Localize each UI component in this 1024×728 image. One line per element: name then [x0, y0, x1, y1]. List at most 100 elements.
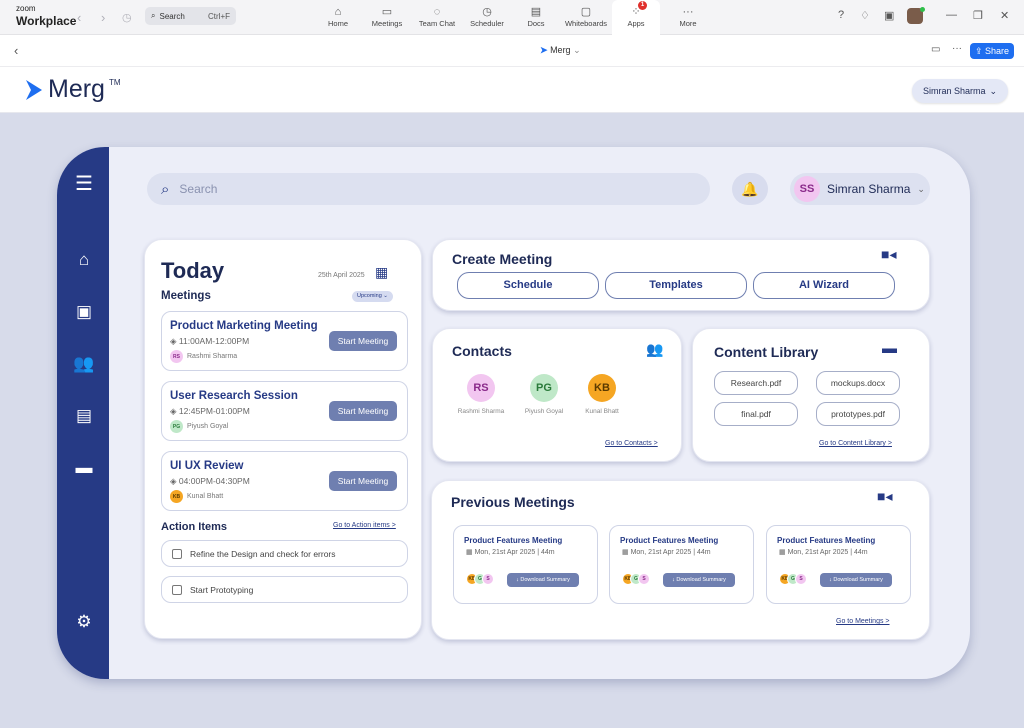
contact-item[interactable]: RS Rashmi Sharma — [446, 374, 516, 415]
avatar: RS — [467, 374, 495, 402]
file-chip[interactable]: prototypes.pdf — [816, 402, 900, 426]
action-item: Refine the Design and check for errors — [161, 540, 408, 567]
avatar: KB — [588, 374, 616, 402]
action-item: Start Prototyping — [161, 576, 408, 603]
contact-item[interactable]: KB Kunal Bhatt — [567, 374, 637, 415]
folder-icon[interactable]: ▬ — [72, 456, 96, 480]
checkbox[interactable] — [172, 584, 182, 595]
download-icon: ↓ — [672, 577, 675, 583]
contacts-link[interactable]: Go to Contacts > — [605, 440, 658, 447]
list-icon[interactable]: ▤ — [72, 404, 96, 428]
previous-meeting-card[interactable]: Product Features Meeting ▦ Mon, 21st Apr… — [609, 525, 754, 604]
help-icon[interactable]: ? — [838, 9, 844, 21]
merg-logo: Merg TM — [24, 75, 121, 104]
start-meeting-button[interactable]: Start Meeting — [329, 401, 397, 421]
previous-meeting-card[interactable]: Product Features Meeting ▦ Mon, 21st Apr… — [453, 525, 598, 604]
presence-indicator — [920, 7, 925, 12]
zoom-logo[interactable]: zoom Workplace — [16, 5, 76, 29]
whiteboard-icon: ▢ — [580, 6, 592, 18]
profile-menu[interactable]: SS Simran Sharma ⌄ — [790, 173, 930, 205]
zoom-search[interactable]: ⌕ Search Ctrl+F — [145, 7, 236, 25]
ai-wizard-button[interactable]: AI Wizard — [753, 272, 895, 299]
calendar-icon[interactable]: ▣ — [884, 9, 894, 22]
contacts-title: Contacts — [452, 343, 512, 359]
participant-avatars: KB G S — [466, 573, 494, 585]
start-meeting-button[interactable]: Start Meeting — [329, 471, 397, 491]
nav-team-chat[interactable]: ◌ Team Chat — [411, 6, 463, 28]
search-icon: ⌕ — [151, 11, 156, 20]
download-icon: ↓ — [829, 577, 832, 583]
more-options-icon[interactable]: ··· — [952, 43, 962, 54]
apps-badge: 1 — [638, 1, 647, 10]
history-icon[interactable]: ◷ — [122, 11, 132, 24]
video-meeting-icon[interactable]: ▣ — [72, 300, 96, 324]
share-icon: ⇪ — [974, 46, 983, 56]
merg-tab[interactable]: ➤ Merg ⌄ — [540, 45, 581, 56]
calendar-icon: ▦ — [466, 549, 473, 556]
avatar: KB — [170, 490, 183, 503]
meeting-card[interactable]: Product Marketing Meeting ◈ 11:00AM-12:0… — [161, 311, 408, 371]
nav-meetings[interactable]: ▭ Meetings — [361, 6, 413, 28]
minimize-icon[interactable]: — — [946, 9, 957, 21]
file-chip[interactable]: mockups.docx — [816, 371, 900, 395]
meetings-link[interactable]: Go to Meetings > — [836, 618, 890, 625]
meeting-card[interactable]: UI UX Review ◈ 04:00PM-04:30PM KB Kunal B… — [161, 451, 408, 511]
merg-logo-icon — [26, 79, 42, 100]
apps-icon: ⁘ — [631, 6, 641, 18]
video-icon: ▭ — [381, 6, 393, 18]
avatar: PG — [170, 420, 183, 433]
restore-icon[interactable]: ❐ — [973, 9, 983, 22]
participant-avatars: KB G S — [622, 573, 650, 585]
search-input[interactable]: ⌕ Search — [147, 173, 710, 205]
nav-home[interactable]: ⌂ Home — [312, 6, 364, 28]
back-arrow-icon[interactable]: ‹ — [77, 10, 81, 25]
calendar-icon[interactable]: ▦ — [375, 264, 388, 281]
settings-icon[interactable]: ⚙ — [72, 610, 96, 634]
nav-whiteboards[interactable]: ▢ Whiteboards — [560, 6, 612, 28]
file-chip[interactable]: Research.pdf — [714, 371, 798, 395]
chevron-down-icon: ⌄ — [989, 85, 998, 96]
contacts-icon: 👥 — [646, 341, 664, 357]
content-library-link[interactable]: Go to Content Library > — [819, 440, 892, 447]
contacts-icon[interactable]: 👥 — [72, 352, 96, 376]
schedule-button[interactable]: Schedule — [457, 272, 599, 299]
avatar: PG — [530, 374, 558, 402]
menu-icon[interactable]: ☰ — [72, 172, 96, 196]
notification-icon[interactable]: ♢ — [860, 9, 870, 22]
doc-icon: ▤ — [530, 6, 542, 18]
nav-scheduler[interactable]: ◷ Scheduler — [461, 6, 513, 28]
today-title: Today — [161, 258, 225, 283]
home-icon[interactable]: ⌂ — [72, 248, 96, 272]
more-icon: ··· — [682, 6, 694, 18]
chevron-down-icon: ⌄ — [573, 45, 581, 55]
download-summary-button[interactable]: ↓ Download Summary — [507, 573, 579, 587]
download-summary-button[interactable]: ↓ Download Summary — [820, 573, 892, 587]
action-items-heading: Action Items — [161, 521, 228, 533]
merg-header — [0, 67, 1024, 113]
home-icon: ⌂ — [334, 6, 342, 18]
calendar-icon: ▦ — [622, 549, 629, 556]
meetings-heading: Meetings — [161, 290, 211, 302]
video-camera-icon: ■◂ — [881, 246, 897, 262]
templates-button[interactable]: Templates — [605, 272, 747, 299]
meeting-card[interactable]: User Research Session ◈ 12:45PM-01:00PM … — [161, 381, 408, 441]
forward-arrow-icon[interactable]: › — [101, 10, 105, 25]
nav-docs[interactable]: ▤ Docs — [510, 6, 562, 28]
previous-meeting-card[interactable]: Product Features Meeting ▦ Mon, 21st Apr… — [766, 525, 911, 604]
checkbox[interactable] — [172, 548, 182, 559]
today-date: 25th April 2025 — [318, 272, 365, 279]
nav-more[interactable]: ··· More — [662, 6, 714, 28]
back-icon[interactable]: ‹ — [14, 43, 18, 58]
bell-icon[interactable]: 🔔 — [732, 173, 768, 205]
chevron-down-icon: ⌄ — [917, 183, 925, 194]
download-summary-button[interactable]: ↓ Download Summary — [663, 573, 735, 587]
action-items-link[interactable]: Go to Action items > — [333, 522, 396, 529]
nav-apps[interactable]: ⁘ Apps — [610, 6, 662, 28]
share-button[interactable]: ⇪ Share — [970, 43, 1014, 59]
upcoming-filter[interactable]: Upcoming ⌄ — [352, 291, 393, 302]
close-icon[interactable]: ✕ — [1000, 9, 1009, 22]
header-user-menu[interactable]: Simran Sharma ⌄ — [912, 79, 1008, 103]
file-chip[interactable]: final.pdf — [714, 402, 798, 426]
start-meeting-button[interactable]: Start Meeting — [329, 331, 397, 351]
camera-icon[interactable]: ▭ — [931, 44, 940, 55]
